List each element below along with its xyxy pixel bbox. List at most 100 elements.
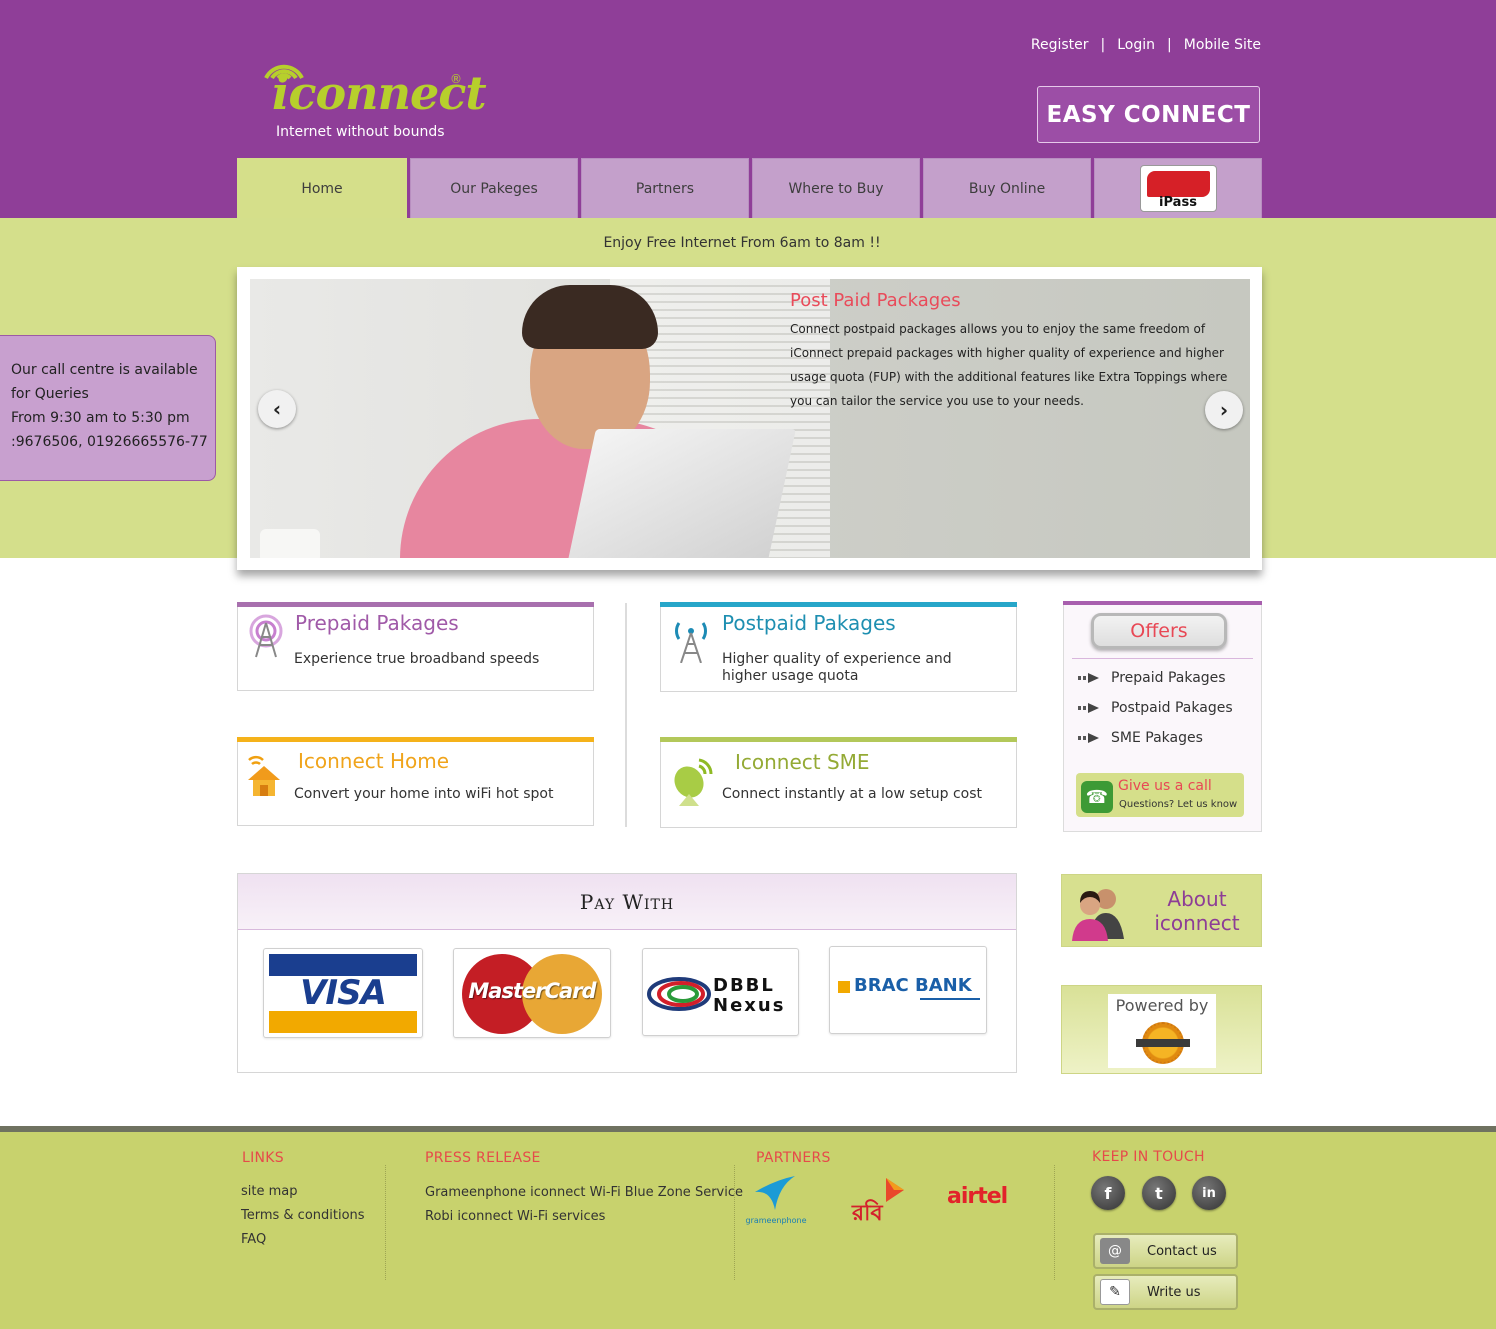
- postpaid-card[interactable]: Postpaid Pakages Higher quality of exper…: [660, 602, 1017, 692]
- ipass-logo-mark: [1146, 171, 1210, 197]
- footer-divider: [385, 1165, 386, 1280]
- offer-item-prepaid[interactable]: Prepaid Pakages: [1078, 670, 1226, 686]
- airtel-logo[interactable]: airtel: [947, 1184, 1008, 1209]
- easy-connect-button[interactable]: EASY CONNECT: [1037, 86, 1260, 143]
- footer-link-terms[interactable]: Terms & conditions: [241, 1208, 365, 1223]
- call-centre-line: for Queries: [11, 386, 89, 402]
- mobile-site-link[interactable]: Mobile Site: [1184, 37, 1261, 53]
- write-us-button[interactable]: ✎ Write us: [1093, 1274, 1238, 1310]
- tab-our-pakeges[interactable]: Our Pakeges: [410, 158, 578, 218]
- tab-buy-online[interactable]: Buy Online: [923, 158, 1091, 218]
- coffee-cup: [260, 529, 320, 558]
- card-description: Connect instantly at a low setup cost: [722, 786, 983, 802]
- antenna-tower-icon: [674, 622, 708, 663]
- give-us-a-call-button[interactable]: ☎ Give us a call Questions? Let us know: [1076, 773, 1244, 817]
- offer-item-postpaid[interactable]: Postpaid Pakages: [1078, 700, 1233, 716]
- offers-button[interactable]: Offers: [1091, 613, 1227, 649]
- seal-icon: [1136, 1022, 1190, 1064]
- press-release-link[interactable]: Grameenphone iconnect Wi-Fi Blue Zone Se…: [425, 1185, 743, 1200]
- iconnect-logo[interactable]: iconnect ® Internet without bounds: [258, 42, 487, 142]
- prepaid-card[interactable]: Prepaid Pakages Experience true broadban…: [237, 602, 594, 691]
- give-call-label: Give us a call: [1118, 778, 1212, 794]
- footer-link-sitemap[interactable]: site map: [241, 1184, 298, 1199]
- offers-panel: Offers Prepaid Pakages Postpaid Pakages …: [1063, 601, 1262, 832]
- dbbl-logo-icon: [647, 977, 711, 1011]
- link-separator: |: [1167, 37, 1172, 53]
- facebook-icon[interactable]: f: [1091, 1176, 1125, 1210]
- iconnect-sme-card[interactable]: Iconnect SME Connect instantly at a low …: [660, 737, 1017, 828]
- chevron-left-icon: ‹: [272, 397, 282, 421]
- nexus-logo-text: Nexus: [713, 995, 786, 1016]
- brac-bank-underline: [920, 998, 980, 1000]
- call-centre-hours: From 9:30 am to 5:30 pm: [11, 410, 190, 426]
- mail-icon: @: [1100, 1238, 1130, 1264]
- card-accent-bar: [660, 737, 1017, 742]
- write-us-label: Write us: [1147, 1285, 1201, 1300]
- visa-band-bottom: [269, 1011, 417, 1033]
- brac-bank-card[interactable]: BRAC BANK: [829, 946, 987, 1034]
- tab-home[interactable]: Home: [237, 158, 407, 218]
- grameenphone-label: grameenphone: [745, 1216, 807, 1225]
- logo-tagline: Internet without bounds: [276, 124, 445, 140]
- main-nav: Home Our Pakeges Partners Where to Buy B…: [237, 158, 1262, 218]
- robi-logo[interactable]: রবি: [852, 1176, 908, 1226]
- pay-with-panel: Pay With VISA MasterCard DBBL Nexus BRAC…: [237, 873, 1017, 1073]
- chevron-right-icon: ›: [1219, 398, 1229, 422]
- satellite-dish-icon: [674, 758, 713, 806]
- register-link[interactable]: Register: [1031, 37, 1089, 53]
- about-label-line: About: [1167, 887, 1227, 911]
- dbbl-nexus-card[interactable]: DBBL Nexus: [642, 948, 799, 1036]
- footer-divider: [734, 1165, 735, 1280]
- mastercard-card[interactable]: MasterCard: [453, 948, 611, 1038]
- users-icon: [1072, 889, 1124, 941]
- give-call-sublabel: Questions? Let us know: [1119, 799, 1238, 810]
- login-link[interactable]: Login: [1117, 37, 1155, 53]
- column-divider: [625, 603, 627, 827]
- card-title: Prepaid Pakages: [295, 611, 459, 635]
- card-accent-bar: [660, 602, 1017, 607]
- about-iconnect-box[interactable]: About iconnect: [1061, 874, 1262, 947]
- powered-by-label: Powered by: [1115, 996, 1209, 1015]
- card-description: Convert your home into wiFi hot spot: [294, 786, 554, 802]
- tab-partners[interactable]: Partners: [581, 158, 749, 218]
- robi-mark-icon: [886, 1178, 904, 1202]
- footer-links-title: LINKS: [242, 1150, 284, 1166]
- tab-where-to-buy[interactable]: Where to Buy: [752, 158, 920, 218]
- card-accent-bar: [237, 737, 594, 742]
- visa-card[interactable]: VISA: [263, 948, 423, 1038]
- robi-logo-text: রবি: [852, 1201, 883, 1226]
- slider-next-button[interactable]: ›: [1205, 391, 1243, 429]
- phone-icon: ☎: [1081, 781, 1113, 813]
- slide-text: Connect postpaid packages allows you to …: [790, 322, 1228, 408]
- slider-prev-button[interactable]: ‹: [258, 390, 296, 428]
- site-footer: [0, 1126, 1496, 1329]
- iconnect-home-card[interactable]: Iconnect Home Convert your home into wiF…: [237, 737, 594, 826]
- seal-band: [1136, 1039, 1190, 1047]
- offer-item-label: Prepaid Pakages: [1111, 670, 1226, 686]
- press-release-link[interactable]: Robi iconnect Wi-Fi services: [425, 1209, 605, 1224]
- footer-link-faq[interactable]: FAQ: [241, 1232, 266, 1247]
- arrow-right-icon: [1078, 703, 1099, 713]
- card-title: Postpaid Pakages: [722, 611, 896, 635]
- grameenphone-logo[interactable]: grameenphone: [745, 1172, 807, 1226]
- call-centre-box: Our call centre is available for Queries…: [0, 335, 216, 481]
- home-wifi-icon: [248, 755, 280, 796]
- linkedin-icon[interactable]: in: [1192, 1176, 1226, 1210]
- arrow-right-icon: [1078, 733, 1099, 743]
- tab-ipass[interactable]: iPass: [1094, 158, 1262, 218]
- card-title: Iconnect Home: [298, 749, 450, 773]
- laptop-image: [564, 429, 796, 558]
- offer-item-label: Postpaid Pakages: [1111, 700, 1233, 716]
- card-accent-bar: [237, 602, 594, 607]
- offer-item-sme[interactable]: SME Pakages: [1078, 730, 1203, 746]
- person-hair: [522, 285, 658, 349]
- call-centre-phone: :9676506, 01926665576-77: [11, 434, 208, 450]
- powered-by-inner: Powered by: [1108, 994, 1216, 1068]
- mastercard-logo-text: MasterCard: [468, 979, 596, 1003]
- twitter-icon[interactable]: t: [1142, 1176, 1176, 1210]
- free-internet-message: Enjoy Free Internet From 6am to 8am !!: [603, 235, 881, 251]
- offers-divider: [1072, 658, 1253, 659]
- offers-accent-bar: [1063, 601, 1262, 605]
- contact-us-button[interactable]: @ Contact us: [1093, 1233, 1238, 1269]
- about-label-line: iconnect: [1154, 911, 1240, 935]
